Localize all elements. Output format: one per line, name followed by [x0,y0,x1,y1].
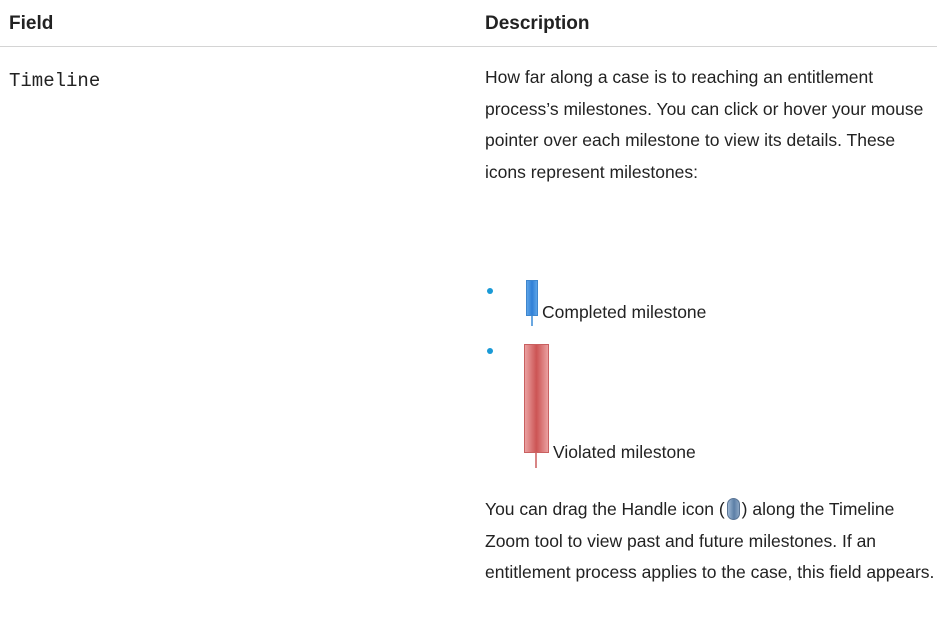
drag-text-before: You can drag the Handle icon ( [485,499,725,519]
violated-milestone-stem [535,453,537,468]
field-name-cell: Timeline [9,70,101,92]
completed-milestone-stem [531,316,533,326]
description-intro: How far along a case is to reaching an e… [485,67,924,182]
completed-milestone-label: Completed milestone [542,302,707,322]
drag-handle-paragraph: You can drag the Handle icon () along th… [485,494,937,589]
field-column-header: Field [9,13,54,34]
bullet-icon [487,288,493,294]
bullet-icon [487,348,493,354]
violated-milestone-label: Violated milestone [553,442,696,462]
handle-icon [726,498,740,520]
completed-milestone-icon [526,280,538,316]
description-column-header: Description [485,13,590,34]
violated-milestone-icon [524,344,549,453]
description-cell: How far along a case is to reaching an e… [485,62,933,188]
table-header-row: Field Description [0,0,937,47]
